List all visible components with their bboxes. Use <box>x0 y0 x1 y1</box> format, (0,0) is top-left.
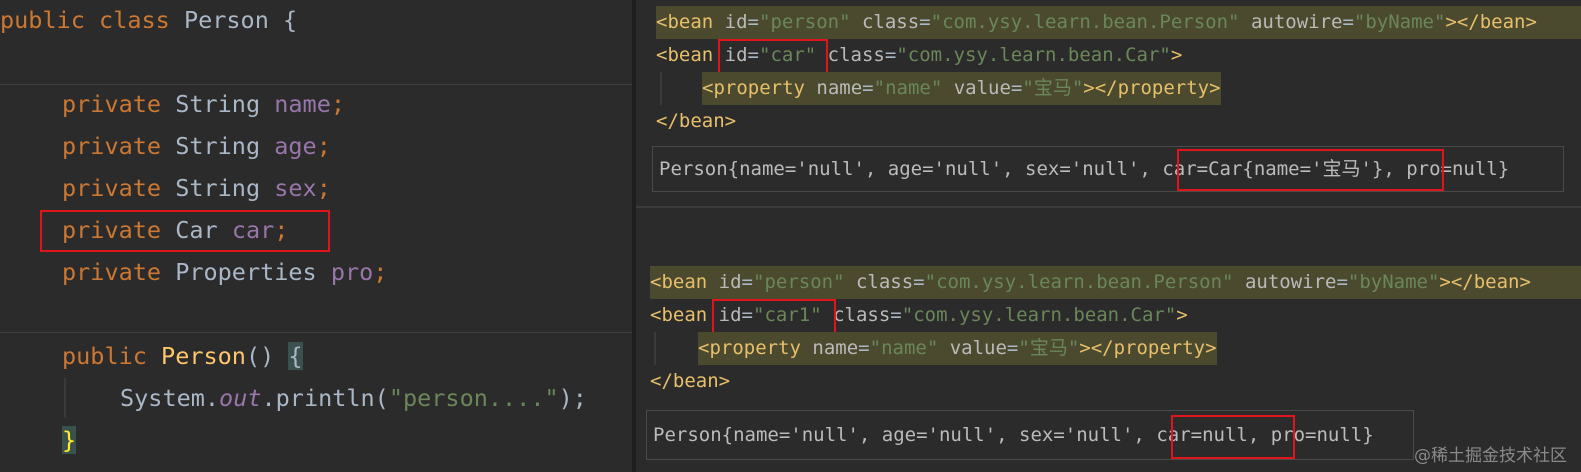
indent-guide <box>660 72 662 105</box>
highlight-car-null <box>1171 415 1295 459</box>
xml-panel-top: <bean id="person" class="com.ysy.learn.b… <box>636 0 1581 206</box>
xml-line-person-bean: <bean id="person" class="com.ysy.learn.b… <box>650 266 1581 299</box>
highlight-id-car1 <box>712 299 836 335</box>
watermark: @稀土掘金技术社区 <box>1414 446 1567 466</box>
field-pro: private Properties pro; <box>62 258 388 286</box>
field-name: private String name; <box>62 90 345 118</box>
constructor-declaration: public Person() { <box>62 342 303 370</box>
highlight-car-injected <box>1177 149 1444 191</box>
println-statement: System.out.println("person...."); <box>120 384 587 412</box>
field-age: private String age; <box>62 132 331 160</box>
highlight-car-field <box>40 210 330 252</box>
panel-separator <box>636 206 1581 208</box>
java-editor[interactable]: public class Person { private String nam… <box>0 0 632 472</box>
xml-line-bean-close: </bean> <box>656 110 737 132</box>
xml-line-property: <property name="name" value="宝马"></prope… <box>698 332 1217 365</box>
constructor-close-brace: } <box>62 426 77 454</box>
console-output-bottom: Person{name='null', age='null', sex='nul… <box>646 410 1414 460</box>
indent-guide <box>654 332 656 365</box>
xml-line-bean-close: </bean> <box>650 370 731 392</box>
highlight-id-car <box>718 39 828 75</box>
field-sex: private String sex; <box>62 174 331 202</box>
xml-line-person-bean: <bean id="person" class="com.ysy.learn.b… <box>656 6 1581 39</box>
class-declaration: public class Person { <box>0 6 298 34</box>
xml-line-property: <property name="name" value="宝马"></prope… <box>702 72 1221 105</box>
indent-guide <box>64 378 66 418</box>
editor-separator <box>0 332 632 333</box>
